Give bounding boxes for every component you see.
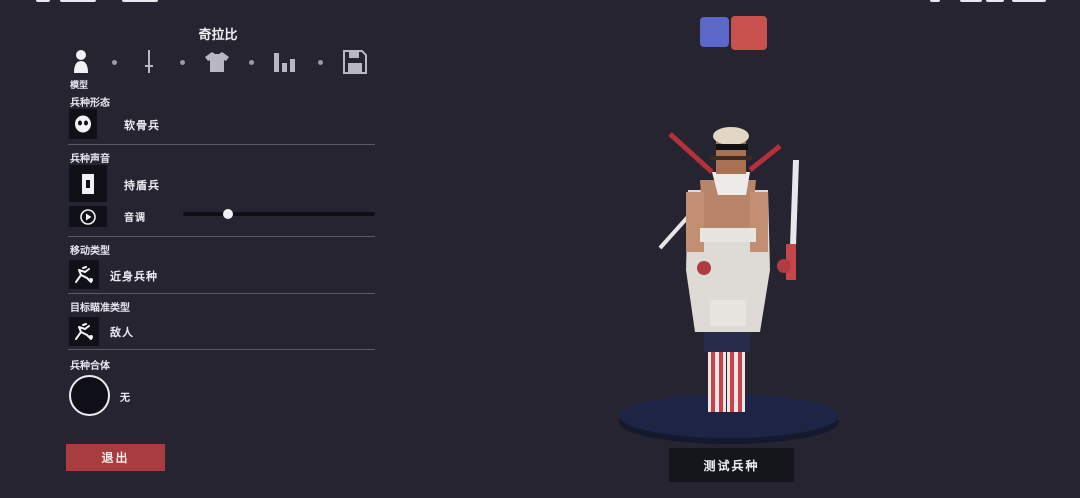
unit-voice-title: 兵种声音 [70, 154, 110, 165]
unit-form-icon-button[interactable] [69, 109, 97, 139]
divider [68, 293, 375, 294]
top-fragment [60, 0, 96, 2]
person-icon [74, 50, 88, 73]
tab-save[interactable] [342, 48, 368, 76]
top-fragment [930, 0, 940, 2]
running-unit-icon [75, 265, 93, 283]
unit-form-title: 兵种形态 [70, 98, 110, 109]
pitch-slider-handle[interactable] [223, 209, 233, 219]
tab-separator-dot [318, 60, 323, 65]
divider [68, 144, 375, 145]
floppy-disk-icon [343, 50, 367, 74]
play-icon [80, 208, 96, 225]
tab-weapons[interactable] [136, 48, 162, 76]
right-blade-icon [790, 160, 799, 246]
unit-fusion-slot[interactable] [69, 375, 110, 416]
movement-type-value[interactable]: 近身兵种 [110, 268, 158, 284]
exit-button[interactable]: 退出 [66, 444, 165, 471]
top-fragment [122, 0, 158, 2]
unit-name: 奇拉比 [198, 28, 238, 43]
targeting-type-icon-button[interactable] [69, 317, 99, 346]
hair [713, 127, 749, 145]
tab-clothing[interactable] [204, 48, 230, 76]
running-unit-icon [75, 322, 93, 340]
tab-separator-dot [112, 60, 117, 65]
divider [68, 349, 375, 350]
bar-chart-icon [274, 53, 295, 72]
tab-stats[interactable] [272, 48, 298, 76]
movement-type-icon-button[interactable] [69, 260, 99, 289]
back-sword-icon [668, 132, 714, 174]
divider [68, 236, 375, 237]
shirt-icon [205, 52, 229, 72]
unit-voice-value[interactable]: 持盾兵 [124, 177, 160, 193]
pitch-label: 音调 [124, 213, 146, 224]
editor-tab-bar [68, 48, 378, 80]
team-color-red-swatch[interactable] [731, 16, 767, 50]
voice-play-button[interactable] [69, 206, 107, 227]
unit-form-value[interactable]: 软骨兵 [124, 117, 160, 133]
top-fragment [36, 0, 50, 2]
active-tab-label: 模型 [70, 81, 89, 91]
top-fragment [960, 0, 982, 2]
targeting-type-title: 目标瞄准类型 [70, 303, 130, 314]
left-leg [708, 346, 726, 412]
unit-fusion-value: 无 [120, 393, 131, 404]
targeting-type-value[interactable]: 敌人 [110, 324, 134, 340]
team-color-blue-swatch[interactable] [700, 17, 729, 47]
movement-type-title: 移动类型 [70, 246, 110, 257]
sunglasses [716, 144, 748, 150]
back-sword-icon [748, 144, 782, 172]
tab-separator-dot [180, 60, 185, 65]
unit-preview [619, 127, 839, 444]
test-unit-button[interactable]: 测试兵种 [669, 448, 794, 482]
unit-voice-icon-button[interactable] [69, 165, 107, 202]
mask-icon [75, 115, 91, 133]
top-fragment [1012, 0, 1046, 2]
unit-fusion-title: 兵种合体 [70, 361, 110, 372]
top-fragment [986, 0, 1004, 2]
shield-unit-icon [82, 173, 94, 194]
right-leg [727, 346, 745, 412]
pitch-slider[interactable] [183, 209, 375, 219]
tab-separator-dot [249, 60, 254, 65]
sword-icon [145, 50, 153, 73]
tab-model[interactable] [68, 48, 94, 76]
